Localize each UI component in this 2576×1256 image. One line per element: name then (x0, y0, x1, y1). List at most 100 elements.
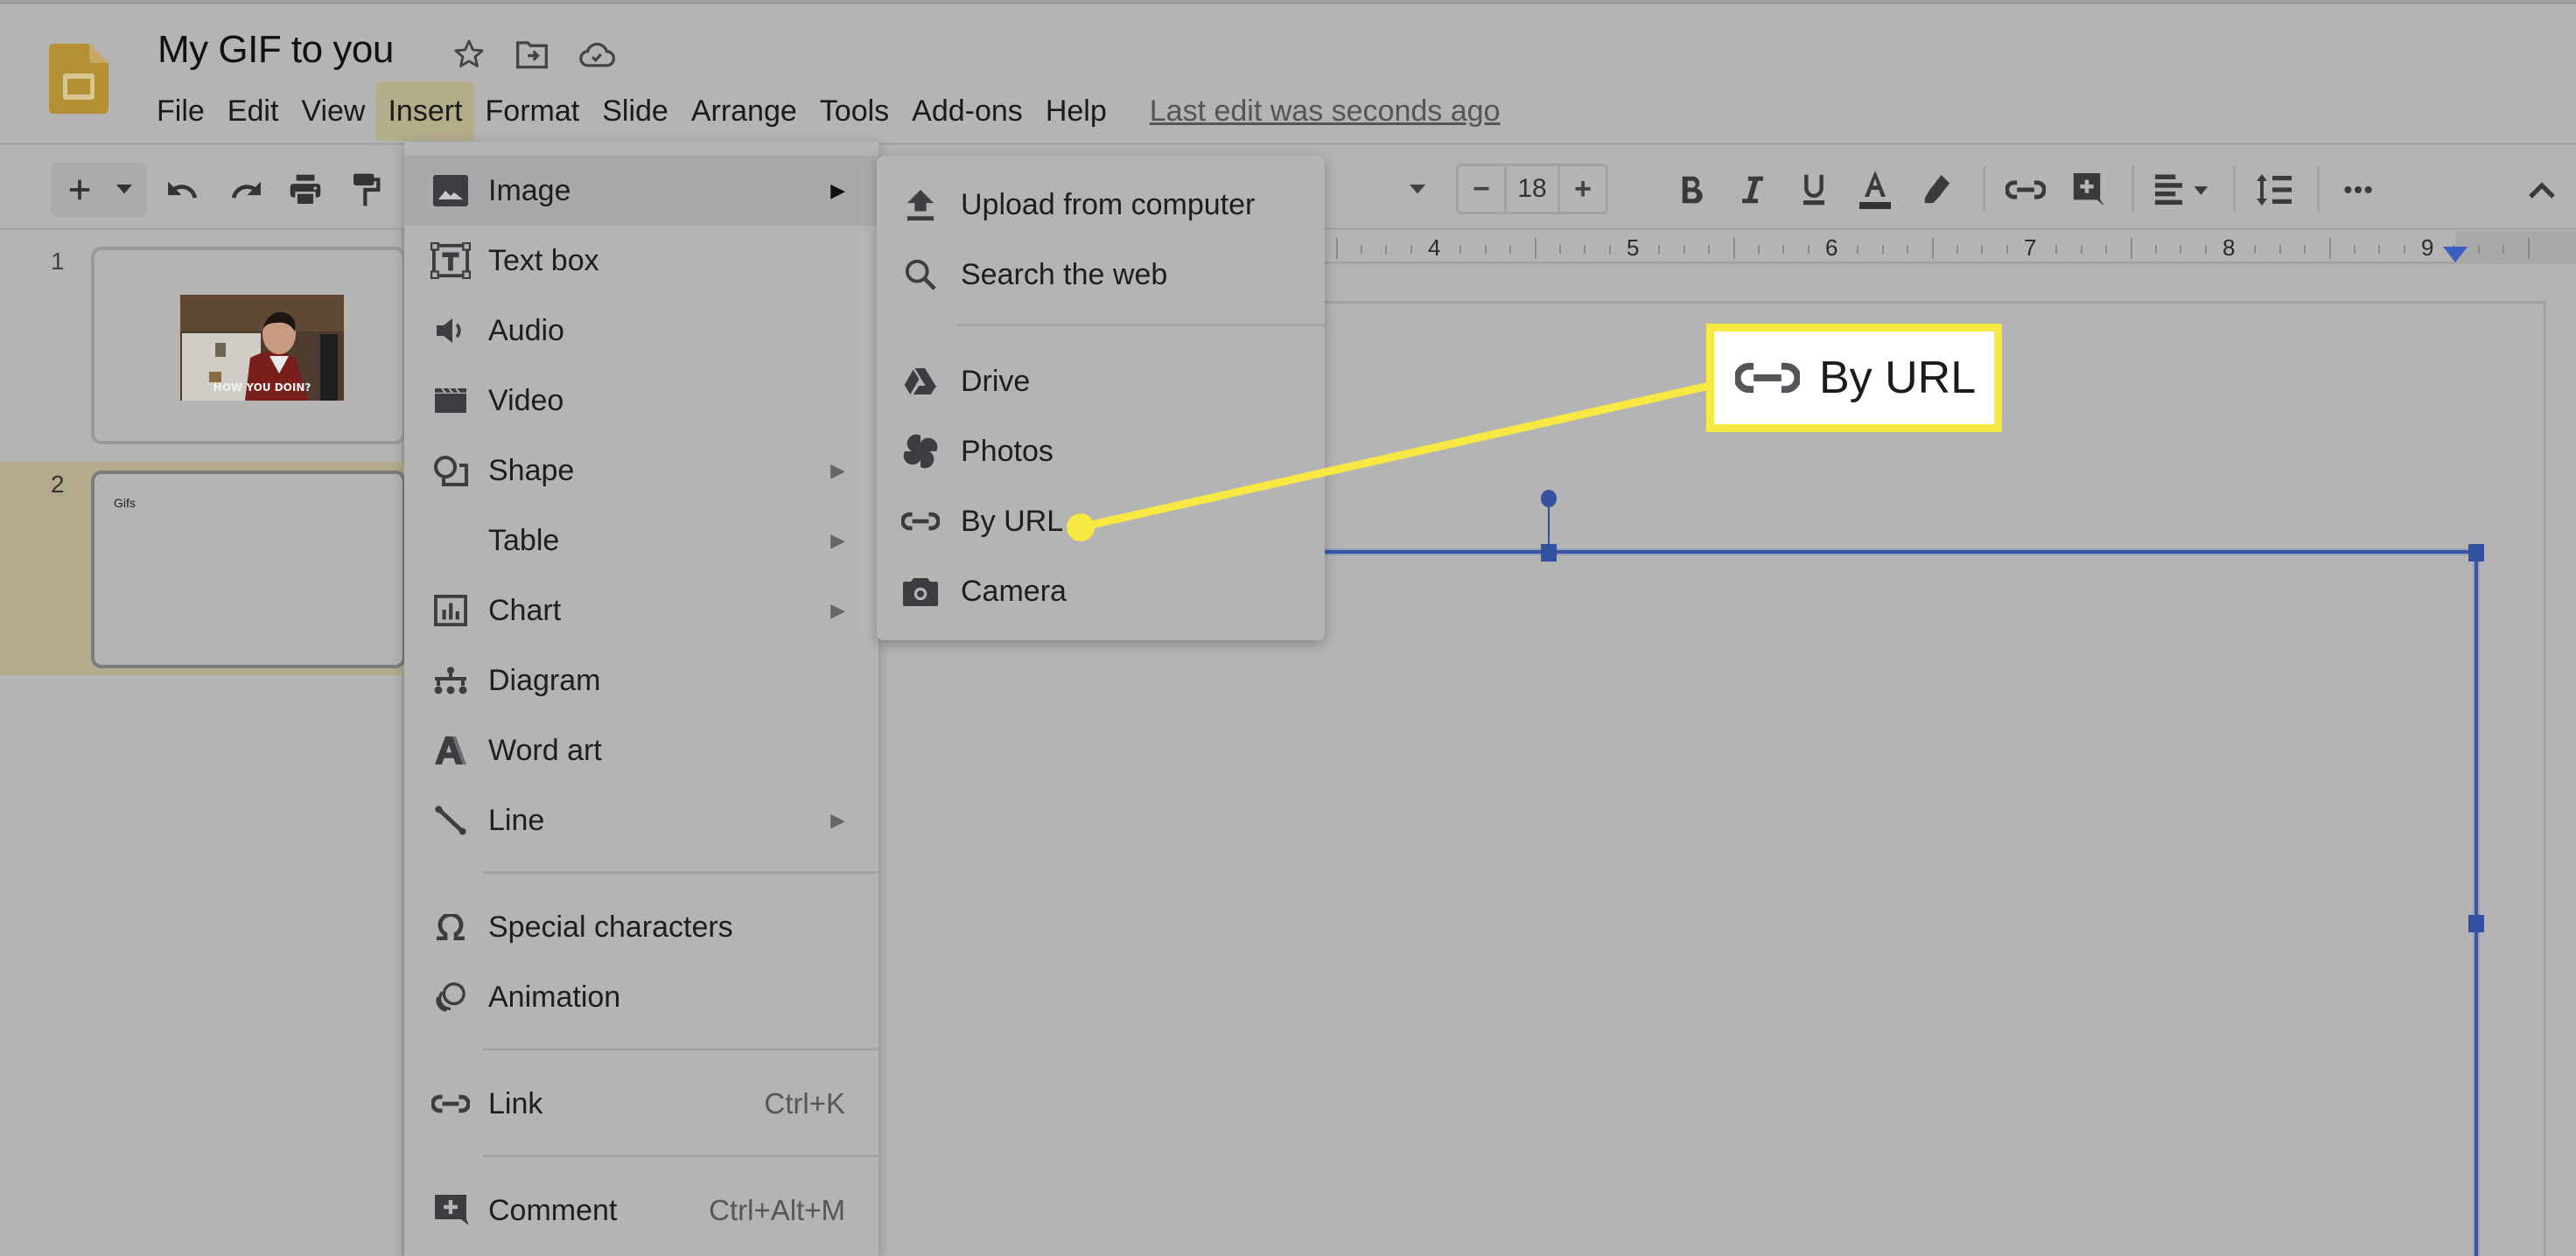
resize-handle-right[interactable] (2468, 915, 2484, 932)
menu-bar: File Edit View Insert Format Slide Arran… (145, 80, 1500, 142)
ruler-tick-minor (1758, 245, 1760, 254)
menu-file[interactable]: File (145, 81, 216, 141)
new-slide-icon[interactable] (54, 164, 105, 215)
insert-menu-item-line[interactable]: Line ▶ (404, 785, 878, 855)
ruler-tick-major (1733, 238, 1735, 259)
move-to-folder-icon[interactable] (513, 35, 551, 73)
increase-font-size-button[interactable]: + (1560, 166, 1606, 212)
submenu-item-label: Camera (961, 574, 1067, 608)
slides-logo[interactable] (49, 44, 108, 114)
italic-icon[interactable] (1727, 164, 1778, 215)
insert-menu-item-word-art[interactable]: Word art (404, 715, 878, 785)
submenu-item-label: By URL (961, 504, 1064, 538)
slide-thumbnail-2[interactable] (91, 471, 406, 668)
ruler-tick-minor (2081, 245, 2082, 254)
bold-icon[interactable] (1666, 164, 1717, 215)
menu-format[interactable]: Format (474, 81, 592, 141)
word-art-icon (430, 730, 471, 771)
print-icon[interactable] (280, 164, 331, 215)
insert-menu: Image ▶ Text box Audio Video Shape ▶ Tab… (404, 142, 878, 1256)
resize-handle-top-right[interactable] (2468, 544, 2484, 562)
add-comment-icon[interactable] (2062, 164, 2112, 215)
submenu-arrow-icon: ▶ (830, 529, 845, 551)
redo-icon[interactable] (220, 164, 271, 215)
ruler-tick-major (1932, 238, 1934, 259)
insert-menu-item-animation[interactable]: Animation (404, 962, 878, 1032)
resize-handle-top[interactable] (1541, 544, 1557, 562)
photos-icon (901, 432, 940, 471)
ruler-margin-shade (2455, 231, 2576, 264)
insert-menu-item-table[interactable]: Table ▶ (404, 506, 878, 576)
rotation-handle[interactable] (1541, 490, 1557, 507)
menu-item-shortcut: Ctrl+K (764, 1087, 845, 1120)
toolbar-divider (2317, 166, 2320, 212)
upload-icon (901, 185, 940, 224)
font-size-input[interactable]: 18 (1504, 166, 1560, 212)
menu-view[interactable]: View (290, 81, 376, 141)
submenu-item-label: Photos (961, 434, 1054, 468)
paint-format-icon[interactable] (341, 164, 392, 215)
menu-help[interactable]: Help (1034, 81, 1118, 141)
window-top-border (0, 0, 2576, 4)
image-submenu-item-by-url[interactable]: By URL (877, 486, 1325, 556)
underline-icon[interactable] (1788, 164, 1839, 215)
image-submenu-item-drive[interactable]: Drive (877, 346, 1325, 416)
rotation-handle-stem (1548, 500, 1550, 549)
insert-menu-item-link[interactable]: Link Ctrl+K (404, 1069, 878, 1139)
ruler-tick-major (2329, 238, 2331, 259)
insert-menu-item-diagram[interactable]: Diagram (404, 645, 878, 715)
insert-menu-item-video[interactable]: Video (404, 366, 878, 436)
link-icon (430, 1084, 471, 1124)
image-submenu: Upload from computer Search the web Driv… (877, 156, 1325, 640)
menu-insert[interactable]: Insert (376, 81, 474, 141)
ruler-tick-minor (1584, 245, 1586, 254)
ruler-tick-minor (2254, 245, 2256, 254)
insert-menu-item-image[interactable]: Image ▶ (404, 156, 878, 226)
menu-add-ons[interactable]: Add-ons (900, 81, 1034, 141)
ruler-tick-major (1336, 238, 1338, 259)
insert-menu-item-text-box[interactable]: Text box (404, 226, 878, 296)
star-icon[interactable] (450, 35, 488, 73)
insert-menu-item-comment[interactable]: Comment Ctrl+Alt+M (404, 1176, 878, 1246)
ruler-tick-minor (1658, 245, 1660, 254)
insert-menu-item-special-characters[interactable]: Special characters (404, 892, 878, 962)
collapse-toolbar-icon[interactable] (2516, 164, 2567, 215)
align-icon[interactable] (2146, 164, 2219, 215)
ruler-tick-minor (1857, 245, 1858, 254)
ruler-tick-minor (1708, 245, 1710, 254)
slide-page[interactable] (1323, 301, 2546, 1256)
more-icon[interactable] (2333, 164, 2384, 215)
selection-border-right (2474, 554, 2478, 1256)
image-submenu-item-search-web[interactable]: Search the web (877, 240, 1325, 310)
document-title[interactable]: My GIF to you (158, 28, 394, 72)
insert-menu-item-audio[interactable]: Audio (404, 296, 878, 366)
insert-menu-item-shape[interactable]: Shape ▶ (404, 436, 878, 506)
ruler-tick-minor (1907, 245, 1908, 254)
undo-icon[interactable] (158, 164, 208, 215)
decrease-font-size-button[interactable]: − (1459, 166, 1504, 212)
image-submenu-item-camera[interactable]: Camera (877, 556, 1325, 626)
font-size-control: − 18 + (1456, 164, 1608, 214)
insert-menu-item-chart[interactable]: Chart ▶ (404, 576, 878, 645)
font-dropdown-arrow[interactable] (1400, 164, 1435, 215)
submenu-item-label: Upload from computer (961, 187, 1256, 221)
text-color-icon[interactable] (1850, 164, 1900, 215)
menu-slide[interactable]: Slide (591, 81, 680, 141)
shape-icon (430, 450, 471, 491)
menu-tools[interactable]: Tools (808, 81, 900, 141)
menu-item-label: Shape (488, 453, 575, 487)
line-spacing-icon[interactable] (2249, 164, 2300, 215)
highlight-icon[interactable] (1911, 164, 1962, 215)
ruler-label: 4 (1428, 234, 1441, 261)
insert-link-icon[interactable] (2000, 164, 2051, 215)
diagram-icon (430, 660, 471, 701)
last-edit-link[interactable]: Last edit was seconds ago (1150, 94, 1501, 129)
submenu-arrow-icon: ▶ (830, 599, 845, 621)
new-slide-dropdown-icon[interactable] (103, 164, 145, 215)
menu-edit[interactable]: Edit (216, 81, 290, 141)
menu-arrange[interactable]: Arrange (680, 81, 808, 141)
image-submenu-item-upload[interactable]: Upload from computer (877, 170, 1325, 240)
menu-separator (483, 1048, 878, 1050)
cloud-saved-icon[interactable] (578, 35, 616, 73)
image-submenu-item-photos[interactable]: Photos (877, 416, 1325, 486)
